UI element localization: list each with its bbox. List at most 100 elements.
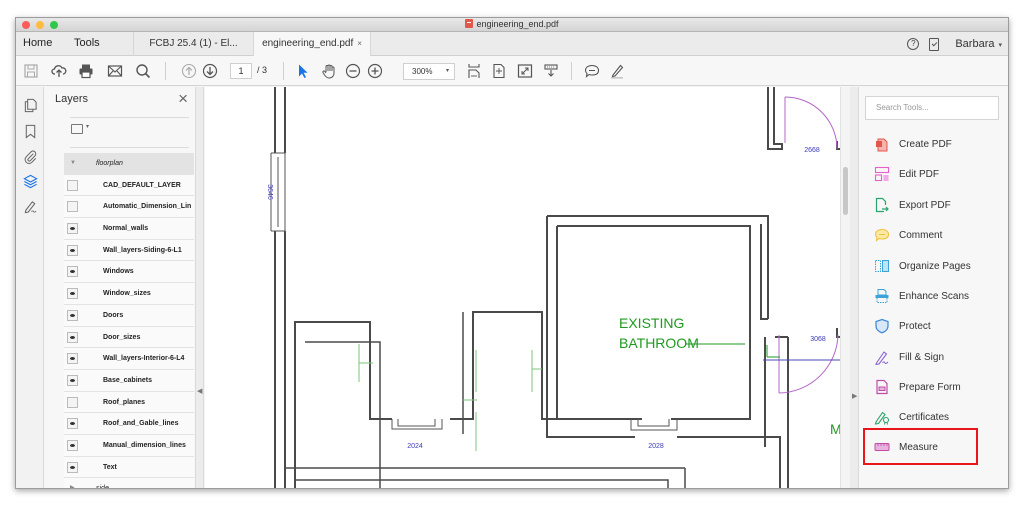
signature-icon[interactable] <box>22 198 38 214</box>
read-mode-icon[interactable] <box>542 62 560 80</box>
layer-name: Base_cabinets <box>103 376 153 384</box>
layer-row[interactable]: Roof_and_Gable_lines <box>64 413 194 435</box>
eye-visibility-icon[interactable] <box>67 288 78 300</box>
left-pane-collapse-handle[interactable]: ◀ <box>195 87 204 488</box>
layers-panel: Layers × ▾ ▼ floorplan CAD_DEFAULT_LAYER… <box>45 87 195 488</box>
page-number-input[interactable]: 1 <box>230 63 252 79</box>
fit-width-icon[interactable] <box>465 62 483 80</box>
zoom-in-icon[interactable] <box>366 62 384 80</box>
scrollbar-thumb[interactable] <box>843 167 848 215</box>
visibility-toggle-empty[interactable] <box>67 201 78 213</box>
tab-close-icon[interactable]: × <box>357 39 362 48</box>
layers-panel-title: Layers <box>55 93 89 105</box>
tab-document-engineering-end[interactable]: engineering_end.pdf × <box>253 32 371 57</box>
eye-visibility-icon[interactable] <box>67 461 78 473</box>
attachment-icon[interactable] <box>22 148 38 164</box>
account-area: ? Barbara ▾ <box>907 32 1002 56</box>
chevron-down-icon[interactable]: ▾ <box>86 123 89 130</box>
tool-prepare-form[interactable]: Prepare Form <box>874 377 961 397</box>
layer-row[interactable]: Text <box>64 456 194 479</box>
tab-home[interactable]: Home <box>23 32 52 56</box>
layers-icon[interactable] <box>22 173 38 189</box>
hand-icon[interactable] <box>320 62 338 80</box>
tool-label: Certificates <box>899 411 950 423</box>
comment-icon[interactable] <box>583 62 601 80</box>
page-thumbnails-icon[interactable] <box>22 97 38 113</box>
tab-tools[interactable]: Tools <box>74 32 100 56</box>
bookmark-icon[interactable] <box>22 123 38 139</box>
layer-row[interactable]: Door_sizes <box>64 326 194 349</box>
vertical-scrollbar[interactable] <box>840 87 850 488</box>
eye-visibility-icon[interactable] <box>67 309 78 321</box>
select-arrow-icon[interactable] <box>294 62 312 80</box>
layer-row[interactable]: Doors <box>64 304 194 327</box>
layer-row[interactable]: Window_sizes <box>64 283 194 305</box>
layer-row[interactable]: Automatic_Dimension_Lin <box>64 196 194 219</box>
layer-group-floorplan[interactable]: ▼ floorplan <box>64 153 194 175</box>
visibility-toggle-empty[interactable] <box>67 396 78 408</box>
print-icon[interactable] <box>77 62 95 80</box>
full-screen-icon[interactable] <box>516 62 534 80</box>
eye-visibility-icon[interactable] <box>67 439 78 451</box>
wall <box>547 215 769 320</box>
tool-comment[interactable]: Comment <box>874 225 942 245</box>
layers-options-icon[interactable] <box>71 124 83 134</box>
search-icon[interactable] <box>134 62 152 80</box>
save-icon[interactable] <box>22 62 40 80</box>
layer-group-side[interactable]: ▶ side <box>64 478 194 488</box>
window-frame <box>391 419 443 430</box>
eye-visibility-icon[interactable] <box>67 418 78 430</box>
visibility-toggle-empty[interactable] <box>67 179 78 191</box>
mobile-sync-icon[interactable] <box>929 37 940 51</box>
wall <box>294 321 392 488</box>
email-icon[interactable] <box>106 62 124 80</box>
tool-enhance-scans[interactable]: Enhance Scans <box>874 286 969 306</box>
layer-row[interactable]: Wall_layers-Siding-6-L1 <box>64 239 194 262</box>
cloud-upload-icon[interactable] <box>50 62 68 80</box>
tool-label: Fill & Sign <box>899 351 945 363</box>
tab-label: engineering_end.pdf <box>262 38 354 49</box>
room-label-line1: EXISTING <box>619 315 684 331</box>
document-canvas[interactable]: 3646 2668 2024 2028 3068 EXISTING BATHRO… <box>205 87 840 488</box>
tool-create-pdf[interactable]: Create PDF <box>874 134 952 154</box>
layer-row[interactable]: Base_cabinets <box>64 369 194 392</box>
layer-row[interactable]: Normal_walls <box>64 218 194 240</box>
user-menu[interactable]: Barbara ▾ <box>955 38 1002 50</box>
eye-visibility-icon[interactable] <box>67 266 78 278</box>
tool-label: Protect <box>899 320 931 332</box>
eye-visibility-icon[interactable] <box>67 374 78 386</box>
tool-fill-sign[interactable]: Fill & Sign <box>874 347 944 367</box>
layer-row[interactable]: Roof_planes <box>64 391 194 414</box>
page-up-icon[interactable] <box>180 62 198 80</box>
expand-triangle-icon[interactable]: ▶ <box>70 478 75 488</box>
eye-visibility-icon[interactable] <box>67 244 78 256</box>
eye-visibility-icon[interactable] <box>67 223 78 235</box>
right-pane-collapse-handle[interactable]: ▶ <box>850 87 859 488</box>
toolbar-separator <box>165 62 166 80</box>
layer-row[interactable]: Manual_dimension_lines <box>64 434 194 457</box>
measure-highlight-box <box>863 428 978 465</box>
eye-visibility-icon[interactable] <box>67 331 78 343</box>
comment-icon <box>874 227 890 243</box>
layer-row[interactable]: Wall_layers-Interior-6-L4 <box>64 348 194 370</box>
layer-row[interactable]: CAD_DEFAULT_LAYER <box>64 174 194 197</box>
tool-certificates[interactable]: Certificates <box>874 407 949 427</box>
tool-export-pdf[interactable]: Export PDF <box>874 195 951 215</box>
highlight-pen-icon[interactable] <box>608 62 626 80</box>
zoom-out-icon[interactable] <box>344 62 362 80</box>
search-tools-input[interactable]: Search Tools... <box>865 96 999 120</box>
tool-protect[interactable]: Protect <box>874 316 931 336</box>
expand-triangle-icon[interactable]: ▼ <box>70 153 76 174</box>
layer-row[interactable]: Windows <box>64 261 194 284</box>
zoom-level-dropdown[interactable]: 300% ▾ <box>403 63 455 80</box>
tab-bar: Home Tools FCBJ 25.4 (1) - El... enginee… <box>16 32 1008 57</box>
eye-visibility-icon[interactable] <box>67 353 78 365</box>
close-icon[interactable]: × <box>178 89 188 109</box>
tab-document-fcbj[interactable]: FCBJ 25.4 (1) - El... <box>133 32 253 56</box>
help-icon[interactable]: ? <box>907 38 920 50</box>
layer-name: Automatic_Dimension_Lin <box>103 203 192 211</box>
page-down-icon[interactable] <box>201 62 219 80</box>
tool-edit-pdf[interactable]: Edit PDF <box>874 164 939 184</box>
tool-organize-pages[interactable]: Organize Pages <box>874 256 971 276</box>
fit-page-icon[interactable] <box>490 62 508 80</box>
